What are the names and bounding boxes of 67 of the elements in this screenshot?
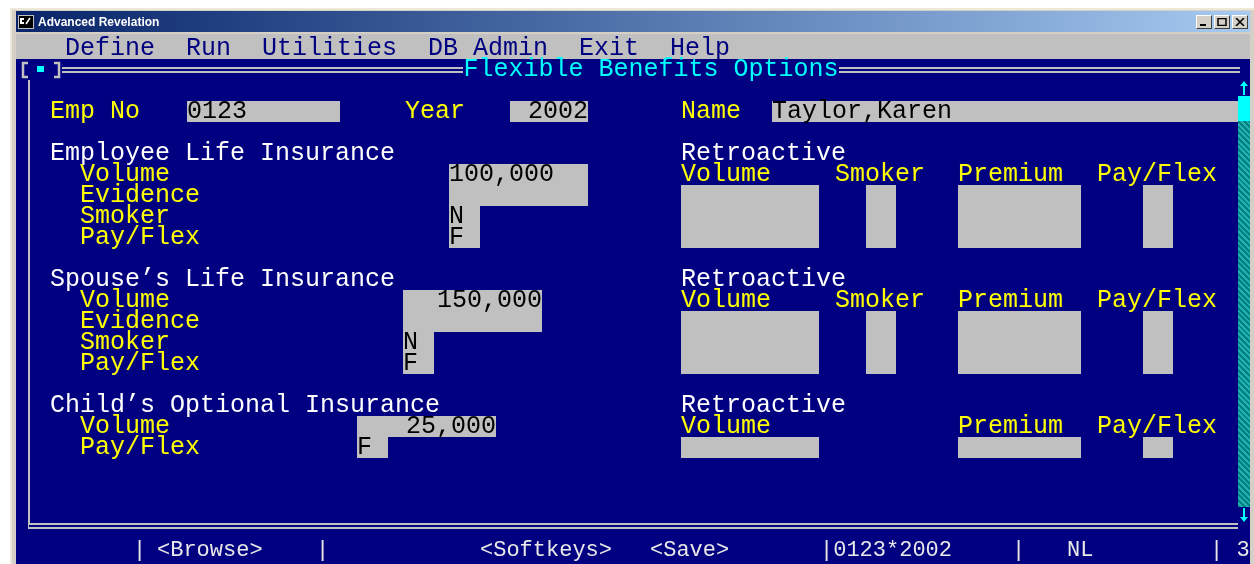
retro-field[interactable]	[958, 185, 1081, 248]
retro-field[interactable]	[681, 311, 819, 374]
status-text: |	[133, 539, 148, 561]
retro-field[interactable]	[681, 437, 819, 458]
down-arrow-icon[interactable]	[1238, 507, 1250, 523]
retro-field[interactable]	[958, 311, 1081, 374]
retro-field[interactable]	[681, 185, 819, 248]
flag-field[interactable]: F	[449, 227, 480, 248]
minimize-button[interactable]	[1196, 14, 1212, 29]
retro-field[interactable]	[1143, 437, 1173, 458]
window-title: Advanced Revelation	[38, 13, 160, 31]
status-text: <Save>	[650, 539, 731, 561]
flag-field[interactable]: N	[449, 206, 480, 227]
column-heading: Volume	[681, 164, 772, 185]
status-text: NL	[1067, 539, 1095, 561]
minimize-icon	[1200, 23, 1206, 26]
maximize-icon	[1217, 17, 1227, 26]
form-title: Flexible Benefits Options	[463, 59, 839, 80]
close-box-icon[interactable]	[20, 60, 62, 79]
flag-field[interactable]: N	[403, 332, 434, 353]
flag-field[interactable]: F	[403, 353, 434, 374]
console-icon	[18, 14, 34, 29]
text-field[interactable]: 0123	[187, 101, 340, 122]
amount-field[interactable]: 100,000	[449, 164, 588, 206]
field-label: Year	[405, 101, 466, 122]
status-text: |	[316, 539, 331, 561]
column-heading: Volume	[681, 290, 772, 311]
status-text: | 3	[1210, 539, 1250, 561]
field-label: Name	[681, 101, 742, 122]
retro-field[interactable]	[866, 185, 896, 248]
column-heading: Smoker	[835, 164, 926, 185]
retro-field[interactable]	[866, 311, 896, 374]
flag-field[interactable]: F	[357, 437, 388, 458]
retro-field[interactable]	[1143, 311, 1173, 374]
close-button[interactable]	[1232, 14, 1248, 29]
field-label: Emp No	[50, 101, 141, 122]
column-heading: Pay/Flex	[1097, 164, 1219, 185]
column-heading: Premium	[958, 416, 1065, 437]
menu-item[interactable]: Define	[65, 38, 155, 59]
status-text: <Softkeys>	[480, 539, 614, 561]
section-title: Spouse’s Life Insurance	[49, 269, 397, 290]
column-heading: Volume	[681, 416, 772, 437]
menu-item[interactable]: Utilities	[262, 38, 398, 59]
column-heading: Premium	[958, 290, 1065, 311]
status-text: |	[1012, 539, 1027, 561]
text-field[interactable]: Taylor,Karen	[772, 101, 1238, 122]
scroll-thumb[interactable]	[1238, 96, 1250, 121]
column-heading: Smoker	[835, 290, 926, 311]
close-icon	[1235, 17, 1245, 26]
status-text: <Browse>	[157, 539, 264, 561]
maximize-button[interactable]	[1214, 14, 1230, 29]
menu-item[interactable]: Run	[186, 38, 232, 59]
column-heading: Pay/Flex	[1097, 290, 1219, 311]
column-heading: Pay/Flex	[1097, 416, 1219, 437]
retro-field[interactable]	[958, 437, 1081, 458]
menu-item[interactable]: Exit	[579, 38, 640, 59]
field-label: Pay/Flex	[80, 227, 202, 248]
up-arrow-icon[interactable]	[1238, 80, 1250, 96]
text-field[interactable]: 2002	[510, 101, 588, 122]
field-label: Pay/Flex	[80, 437, 202, 458]
status-text: |0123*2002	[820, 539, 954, 561]
retro-field[interactable]	[1143, 185, 1173, 248]
column-heading: Premium	[958, 164, 1065, 185]
field-label: Pay/Flex	[80, 353, 202, 374]
amount-field[interactable]: 25,000	[357, 416, 496, 437]
section-title: Employee Life Insurance	[49, 143, 397, 164]
amount-field[interactable]: 150,000	[403, 290, 542, 332]
